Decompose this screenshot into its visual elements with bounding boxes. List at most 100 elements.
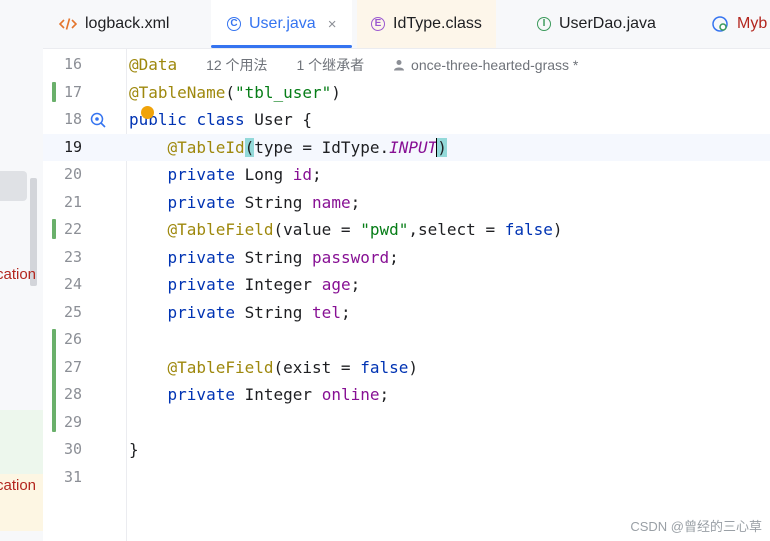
code-line[interactable]: 29 xyxy=(43,409,770,437)
paren: ) xyxy=(408,357,419,377)
paren: ( xyxy=(225,82,235,102)
line-number: 16 xyxy=(63,55,82,73)
line-number: 23 xyxy=(63,247,82,266)
semicolon: ; xyxy=(350,192,361,212)
line-number: 20 xyxy=(63,165,82,183)
line-number: 17 xyxy=(63,82,82,101)
line-number: 28 xyxy=(63,385,82,403)
code-line[interactable]: 21 private String name; xyxy=(43,189,770,217)
implemented-by-icon[interactable] xyxy=(89,111,107,129)
code-line[interactable]: 27 @TableField(exist = false) xyxy=(43,354,770,382)
field-name: age xyxy=(321,275,351,294)
keyword: private xyxy=(167,275,235,294)
matched-paren: ( xyxy=(244,137,255,157)
enum-icon: E xyxy=(371,17,385,31)
enum-constant: INPUT xyxy=(389,137,438,157)
annotation: @TableField xyxy=(167,220,274,239)
tab-label: Myb xyxy=(737,15,768,32)
field-name: password xyxy=(312,247,390,267)
interface-icon: I xyxy=(537,17,551,31)
keyword: class xyxy=(196,110,245,129)
line-number: 22 xyxy=(63,220,82,238)
keyword: private xyxy=(167,165,235,184)
line-number: 29 xyxy=(63,412,82,431)
tab-label: IdType.class xyxy=(393,15,482,32)
semicolon: ; xyxy=(389,247,399,267)
keyword: private xyxy=(167,192,235,212)
annotation: @TableField xyxy=(167,357,274,377)
tab-logback-xml[interactable]: logback.xml xyxy=(59,0,169,48)
closing-brace: } xyxy=(129,440,139,459)
keyword: private xyxy=(167,247,235,267)
tab-label: UserDao.java xyxy=(559,15,656,32)
user-icon xyxy=(394,60,405,71)
code-line[interactable]: 16 @Data 12 个用法 1 个继承者 once-three-hearte… xyxy=(43,51,770,79)
annotation: @TableId xyxy=(167,137,245,157)
line-number: 21 xyxy=(63,192,82,211)
code-line[interactable]: 22 @TableField(value = "pwd",select = fa… xyxy=(43,216,770,244)
code-text: ,select = xyxy=(408,220,505,239)
semicolon: ; xyxy=(379,385,390,404)
code-line[interactable]: 20 private Long id; xyxy=(43,161,770,189)
paren: ) xyxy=(552,220,563,239)
field-name: name xyxy=(312,192,351,212)
type-name: String xyxy=(244,302,303,322)
line-number: 26 xyxy=(63,330,82,348)
string-literal: "pwd" xyxy=(360,220,409,239)
type-name: String xyxy=(244,192,303,212)
tab-userdao-java[interactable]: I UserDao.java xyxy=(537,0,656,48)
keyword: private xyxy=(167,302,235,322)
active-tab-indicator xyxy=(211,45,353,48)
line-number: 31 xyxy=(63,467,82,486)
field-name: id xyxy=(292,165,313,184)
line-number: 25 xyxy=(63,302,82,321)
field-name: online xyxy=(321,385,380,404)
usages-hint[interactable]: 12 个用法 xyxy=(206,57,267,73)
project-tree-item-fragment-2[interactable]: cation xyxy=(0,477,36,494)
code-line[interactable]: 26 xyxy=(43,326,770,354)
semicolon: ; xyxy=(312,165,322,184)
type-name: Integer xyxy=(244,385,313,404)
code-line[interactable]: 24 private Integer age; xyxy=(43,271,770,299)
code-text: (value = xyxy=(273,220,361,239)
close-icon[interactable]: × xyxy=(328,16,337,33)
line-number: 19 xyxy=(63,137,82,156)
code-line[interactable]: 25 private String tel; xyxy=(43,299,770,327)
project-tree-item-fragment[interactable]: cation xyxy=(0,266,36,283)
annotation: @TableName xyxy=(129,82,226,102)
paren: ) xyxy=(331,82,341,102)
code-line-current[interactable]: 19 @TableId(type = IdType.INPUT) xyxy=(43,133,770,161)
line-number: 18 xyxy=(63,110,82,128)
code-line[interactable]: 31 xyxy=(43,464,770,492)
editor-tabs: logback.xml C User.java × E IdType.class… xyxy=(43,0,770,49)
tab-idtype-class[interactable]: E IdType.class xyxy=(357,0,496,48)
class-icon: C xyxy=(227,17,241,31)
code-line[interactable]: 17 @TableName("tbl_user") xyxy=(43,79,770,107)
code-editor[interactable]: 16 @Data 12 个用法 1 个继承者 once-three-hearte… xyxy=(43,49,770,541)
line-number: 30 xyxy=(63,440,82,458)
project-tree-highlight xyxy=(0,410,43,474)
semicolon: ; xyxy=(340,302,351,322)
code-line[interactable]: 28 private Integer online; xyxy=(43,381,770,409)
type-name: Integer xyxy=(244,275,313,294)
code-line[interactable]: 23 private String password; xyxy=(43,244,770,272)
tab-mybatis-config[interactable]: Myb xyxy=(711,0,767,48)
project-tree-selection[interactable] xyxy=(0,171,27,201)
author-hint[interactable]: once-three-hearted-grass * xyxy=(393,57,578,73)
keyword: public xyxy=(129,110,187,129)
type-name: Long xyxy=(244,165,284,184)
config-icon xyxy=(711,15,729,33)
intention-bulb-icon[interactable] xyxy=(141,106,154,119)
code-line[interactable]: 30 } xyxy=(43,436,770,464)
keyword: false xyxy=(504,220,553,239)
type-name: String xyxy=(244,247,303,267)
keyword: private xyxy=(167,385,235,404)
tab-label: User.java xyxy=(249,15,316,32)
project-panel-strip: cation cation xyxy=(0,0,44,541)
class-name: User { xyxy=(254,110,313,129)
inheritors-hint[interactable]: 1 个继承者 xyxy=(296,57,364,73)
matched-paren: ) xyxy=(436,137,447,157)
field-name: tel xyxy=(312,302,341,322)
line-number: 27 xyxy=(63,357,82,376)
tab-user-java[interactable]: C User.java × xyxy=(211,0,353,48)
